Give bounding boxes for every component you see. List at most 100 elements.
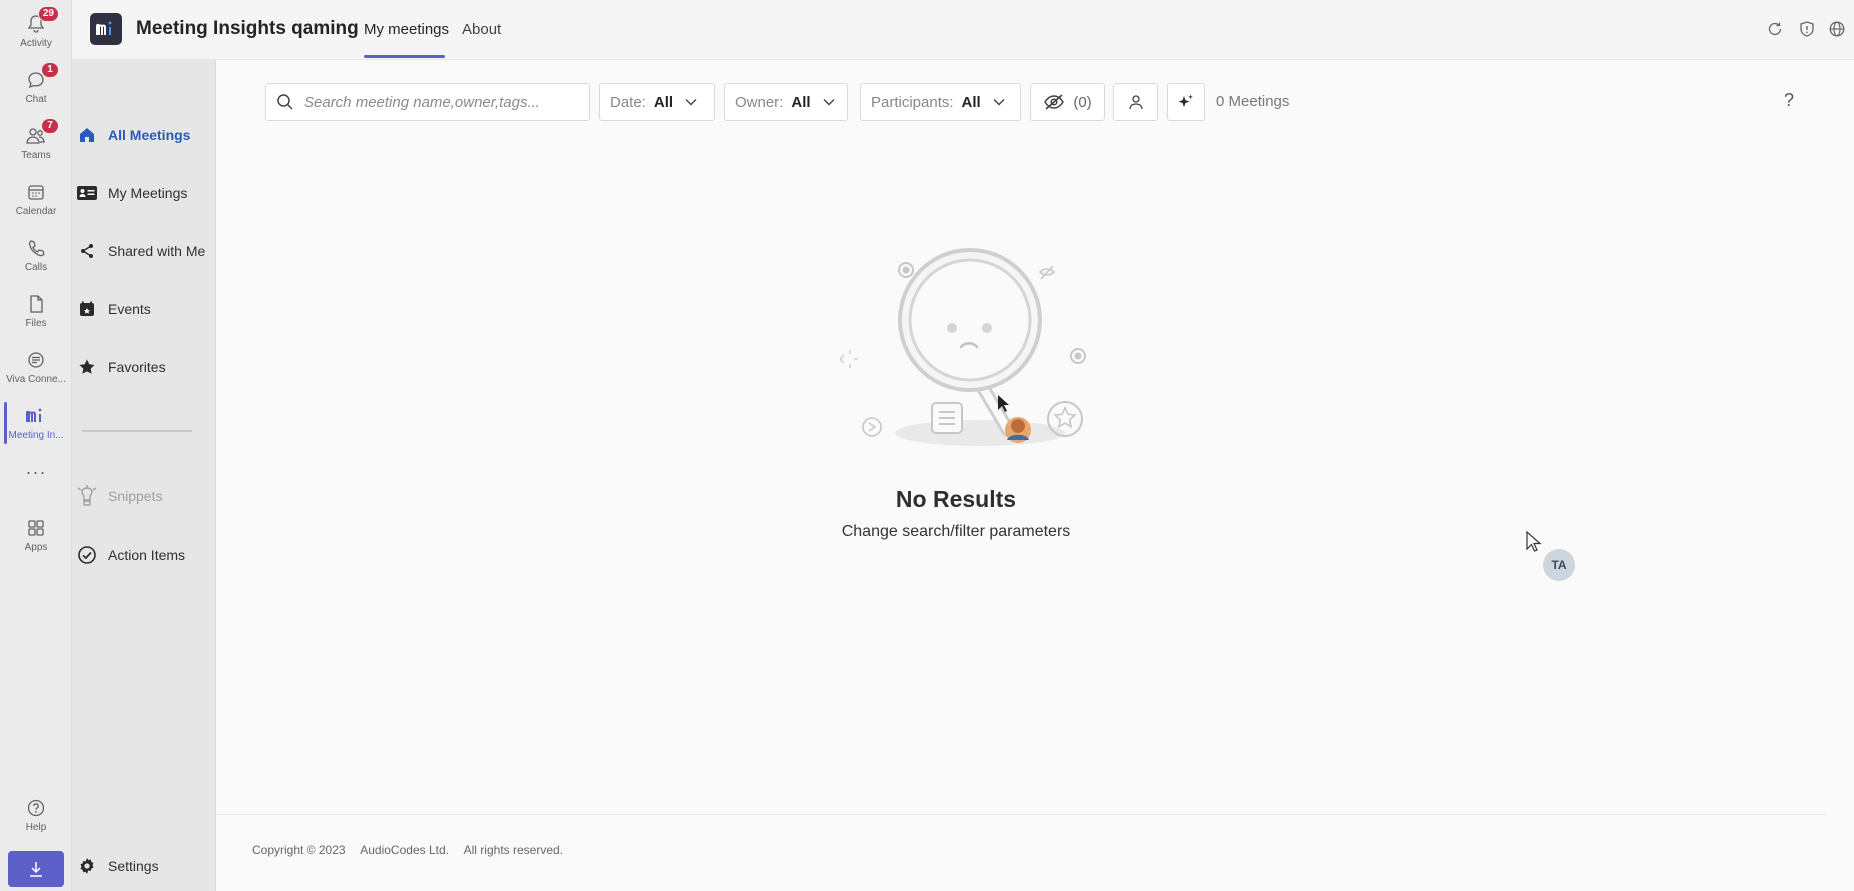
sidebar-item-label: Events [108,301,151,317]
refresh-icon[interactable] [1765,19,1785,39]
gear-icon [76,855,98,877]
ai-insights-button[interactable] [1167,83,1205,121]
no-results-title: No Results [895,486,1017,512]
share-icon [76,240,98,262]
participants-filter-label: Participants: [871,93,954,111]
rail-label: Chat [25,93,47,105]
rail-label: Apps [24,541,48,553]
home-icon [76,124,98,146]
sidebar-divider [82,430,192,432]
bell-icon: 29 [23,5,59,36]
sidebar-item-my-meetings[interactable]: My Meetings [72,175,216,211]
phone-icon [23,236,49,260]
rail-label: Viva Conne... [6,373,66,385]
active-tab-indicator [364,55,445,58]
rail-help[interactable]: Help [0,788,72,840]
rail-meeting-insights[interactable]: Meeting In... [0,396,72,448]
rail-calls[interactable]: Calls [0,228,72,280]
rail-chat[interactable]: 1 Chat [0,60,72,112]
rail-calendar[interactable]: Calendar [0,172,72,224]
shield-icon[interactable] [1797,19,1817,39]
no-results-subtitle: Change search/filter parameters [841,523,1071,540]
teams-badge: 7 [41,117,59,134]
globe-icon[interactable] [1827,19,1847,39]
rail-label: Files [25,317,47,329]
rail-label: Teams [21,149,51,161]
search-box[interactable] [265,83,590,121]
date-filter-value: All [653,93,674,111]
app-header: Meeting Insights qaming My meetings Abou… [72,0,1854,60]
rail-activity[interactable]: 29 Activity [0,4,72,56]
chat-icon: 1 [23,61,59,92]
teams-app-rail: 29 Activity 1 Chat 7 Teams Calendar Call… [0,0,72,891]
owner-filter-value: All [791,93,811,111]
activity-badge: 29 [37,5,59,22]
footer: Copyright © 2023 AudioCodes Ltd. All rig… [252,843,575,857]
chevron-down-icon [823,98,835,106]
app-logo [90,13,122,45]
contact-card-icon [76,182,98,204]
meetings-count: 0 Meetings [1216,93,1290,110]
footer-company: AudioCodes Ltd. [360,843,449,857]
footer-rights: All rights reserved. [463,843,564,857]
search-input[interactable] [304,93,574,111]
download-button[interactable] [8,851,64,887]
sidebar-item-label: Action Items [108,547,186,563]
sidebar-nav: All Meetings My Meetings Shared with Me … [72,60,216,891]
teams-icon: 7 [23,117,59,148]
help-icon [23,796,49,820]
sidebar-item-settings[interactable]: Settings [72,848,216,884]
app-title: Meeting Insights qaming [136,18,359,39]
rail-label: Activity [20,37,52,49]
sidebar-item-all-meetings[interactable]: All Meetings [72,117,216,153]
hidden-count: (0) [1073,93,1092,111]
sidebar-item-snippets[interactable]: Snippets [72,478,216,514]
search-icon [277,94,293,110]
sidebar-item-label: Snippets [108,488,163,504]
sidebar-item-shared-with-me[interactable]: Shared with Me [72,233,216,269]
tab-about[interactable]: About [462,21,501,38]
footer-copyright: Copyright © 2023 [252,843,346,857]
help-question-icon[interactable]: ? [1784,90,1794,111]
participants-filter-dropdown[interactable]: Participants: All [860,83,1021,121]
rail-files[interactable]: Files [0,284,72,336]
person-icon [1128,95,1143,110]
sidebar-item-favorites[interactable]: Favorites [72,349,216,385]
sparkle-icon [1178,94,1193,108]
eye-off-icon [1044,94,1065,110]
mouse-cursor-icon [1526,530,1542,558]
participants-filter-value: All [961,93,981,111]
meeting-insights-logo-icon [96,21,112,35]
footer-divider [216,814,1826,815]
apps-icon [23,516,49,540]
sidebar-item-label: Favorites [108,359,166,375]
owner-filter-dropdown[interactable]: Owner: All [724,83,848,121]
download-icon [30,862,42,877]
star-icon [76,356,98,378]
rail-label: Calls [24,261,48,273]
rail-viva-connections[interactable]: Viva Conne... [0,340,72,392]
main-content: Date: All Owner: All Participants: All (… [216,60,1854,891]
rail-label: Calendar [15,205,57,217]
sidebar-item-events[interactable]: Events [72,291,216,327]
sidebar-item-label: Shared with Me [108,243,206,259]
user-avatar[interactable]: TA [1543,549,1575,581]
date-filter-dropdown[interactable]: Date: All [599,83,715,121]
more-apps-icon[interactable]: ··· [0,462,72,483]
meeting-insights-icon [23,404,49,428]
chevron-down-icon [993,98,1005,106]
check-circle-icon [76,544,98,566]
rail-apps[interactable]: Apps [0,508,72,560]
rail-teams[interactable]: 7 Teams [0,116,72,168]
chevron-down-icon [685,98,697,106]
sidebar-item-action-items[interactable]: Action Items [72,537,216,573]
date-filter-label: Date: [610,93,646,111]
my-meetings-filter-button[interactable] [1113,83,1158,121]
sidebar-item-label: Settings [108,858,159,874]
viva-connections-icon [23,348,49,372]
no-results-illustration [840,248,1086,446]
hidden-meetings-toggle[interactable]: (0) [1030,83,1105,121]
tab-my-meetings[interactable]: My meetings [364,21,449,38]
sidebar-item-label: My Meetings [108,185,188,201]
owner-filter-label: Owner: [735,93,784,111]
